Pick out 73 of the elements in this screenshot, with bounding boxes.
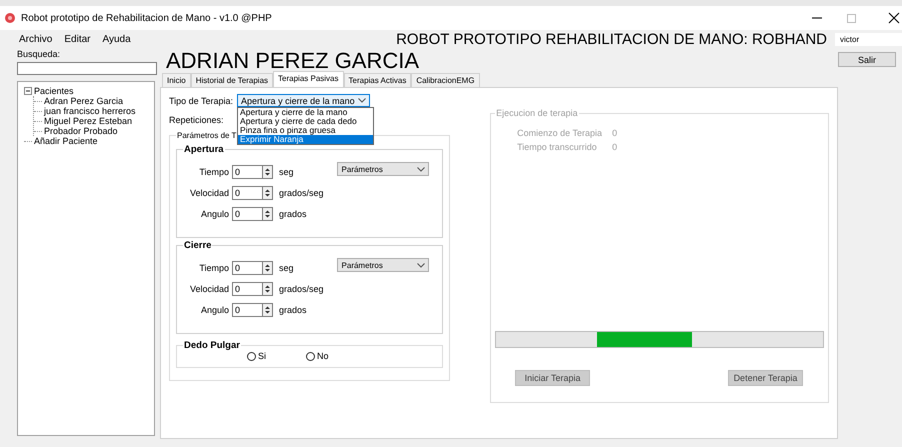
info-value: 0: [612, 142, 618, 152]
search-field[interactable]: [17, 62, 157, 75]
dropdown-option[interactable]: Apertura y cierre de la mano: [238, 108, 374, 117]
chevron-down-icon: [358, 98, 366, 103]
tree-item[interactable]: Miguel Perez Esteban: [44, 116, 132, 126]
tab[interactable]: Terapias Activas: [344, 73, 412, 87]
number-field[interactable]: 0: [232, 261, 262, 275]
tab[interactable]: CalibracionEMG: [411, 73, 480, 87]
unit-label: grados/seg: [279, 284, 324, 294]
field-label: Velocidad: [188, 188, 229, 198]
chevron-down-icon: [416, 262, 425, 268]
tree-item[interactable]: juan francisco herreros: [44, 106, 136, 116]
unit-label: grados: [279, 305, 307, 315]
number-field[interactable]: 0: [232, 282, 262, 296]
tab[interactable]: Inicio: [162, 73, 191, 87]
radio-button[interactable]: Si: [247, 351, 266, 361]
preset-dropdown[interactable]: Parámetros: [336, 258, 429, 272]
tree-item[interactable]: Pacientes: [34, 86, 74, 96]
field-label: Angulo: [200, 209, 229, 219]
tree-item[interactable]: Adran Perez Garcia: [44, 96, 124, 106]
radio-circle[interactable]: [247, 352, 256, 360]
number-field[interactable]: 0: [232, 186, 262, 200]
menu-item[interactable]: Archivo: [19, 34, 52, 44]
exit-button[interactable]: Salir: [838, 52, 896, 67]
unit-label: seg: [279, 167, 294, 177]
app-icon: [5, 13, 15, 23]
app-heading: ROBOT PROTOTIPO REHABILITACION DE MANO: ROBHAND: [396, 30, 827, 48]
menu-item[interactable]: Ayuda: [102, 34, 131, 44]
therapy-button[interactable]: Iniciar Terapia: [515, 370, 590, 386]
therapy-button[interactable]: Detener Terapia: [728, 370, 803, 386]
chevron-down-icon: [416, 166, 425, 172]
search-label: Busqueda:: [17, 49, 62, 61]
group-title: Parámetros de T: [176, 131, 238, 140]
spin-arrows-icon[interactable]: [262, 303, 273, 317]
patient-name: ADRIAN PEREZ GARCIA: [166, 49, 420, 73]
spin-arrows-icon[interactable]: [262, 282, 273, 296]
dropdown-option[interactable]: Pinza fina o pinza gruesa: [238, 126, 374, 135]
number-field[interactable]: 0: [232, 303, 262, 317]
spin-arrows-icon[interactable]: [262, 165, 273, 179]
unit-label: grados/seg: [279, 188, 324, 198]
info-value: 0: [612, 128, 618, 138]
radio-circle[interactable]: [306, 352, 316, 360]
field-label: Angulo: [200, 305, 229, 315]
group-title: Apertura: [183, 144, 225, 155]
tree-item[interactable]: Probador Probado: [44, 126, 118, 136]
info-label: Tiempo transcurrido: [517, 142, 598, 152]
field-label: Tiempo: [198, 167, 229, 177]
group-title: Cierre: [183, 240, 212, 251]
tab[interactable]: Historial de Terapias: [190, 73, 274, 87]
spin-arrows-icon[interactable]: [262, 261, 273, 275]
spin-arrows-icon[interactable]: [262, 186, 273, 200]
window-title: Robot prototipo de Rehabilitacion de Mano - v1.0 @PHP: [21, 12, 273, 24]
tree-item[interactable]: Añadir Paciente: [34, 136, 98, 146]
group-title: Dedo Pulgar: [183, 340, 241, 351]
therapy-type-label: Tipo de Terapia:: [169, 96, 234, 106]
collapse-icon[interactable]: [24, 87, 32, 95]
info-label: Comienzo de Terapia: [517, 128, 603, 138]
radio-button[interactable]: No: [306, 351, 329, 361]
field-label: Velocidad: [188, 284, 229, 294]
menu-item[interactable]: Editar: [64, 34, 90, 44]
preset-dropdown[interactable]: Parámetros: [336, 162, 429, 176]
user-field[interactable]: victor: [835, 32, 902, 46]
dropdown-option[interactable]: Exprimir Naranja: [238, 135, 374, 144]
dropdown-option[interactable]: Apertura y cierre de cada dedo: [238, 117, 374, 126]
unit-label: seg: [279, 263, 294, 273]
unit-label: grados: [279, 209, 307, 219]
tab[interactable]: Terapias Pasivas: [273, 71, 344, 87]
repetitions-label: Repeticiones:: [169, 115, 224, 125]
number-field[interactable]: 0: [232, 165, 262, 179]
number-field[interactable]: 0: [232, 207, 262, 221]
spin-arrows-icon[interactable]: [262, 207, 273, 221]
field-label: Tiempo: [198, 263, 229, 273]
group-title: Ejecucion de terapia: [495, 108, 579, 118]
